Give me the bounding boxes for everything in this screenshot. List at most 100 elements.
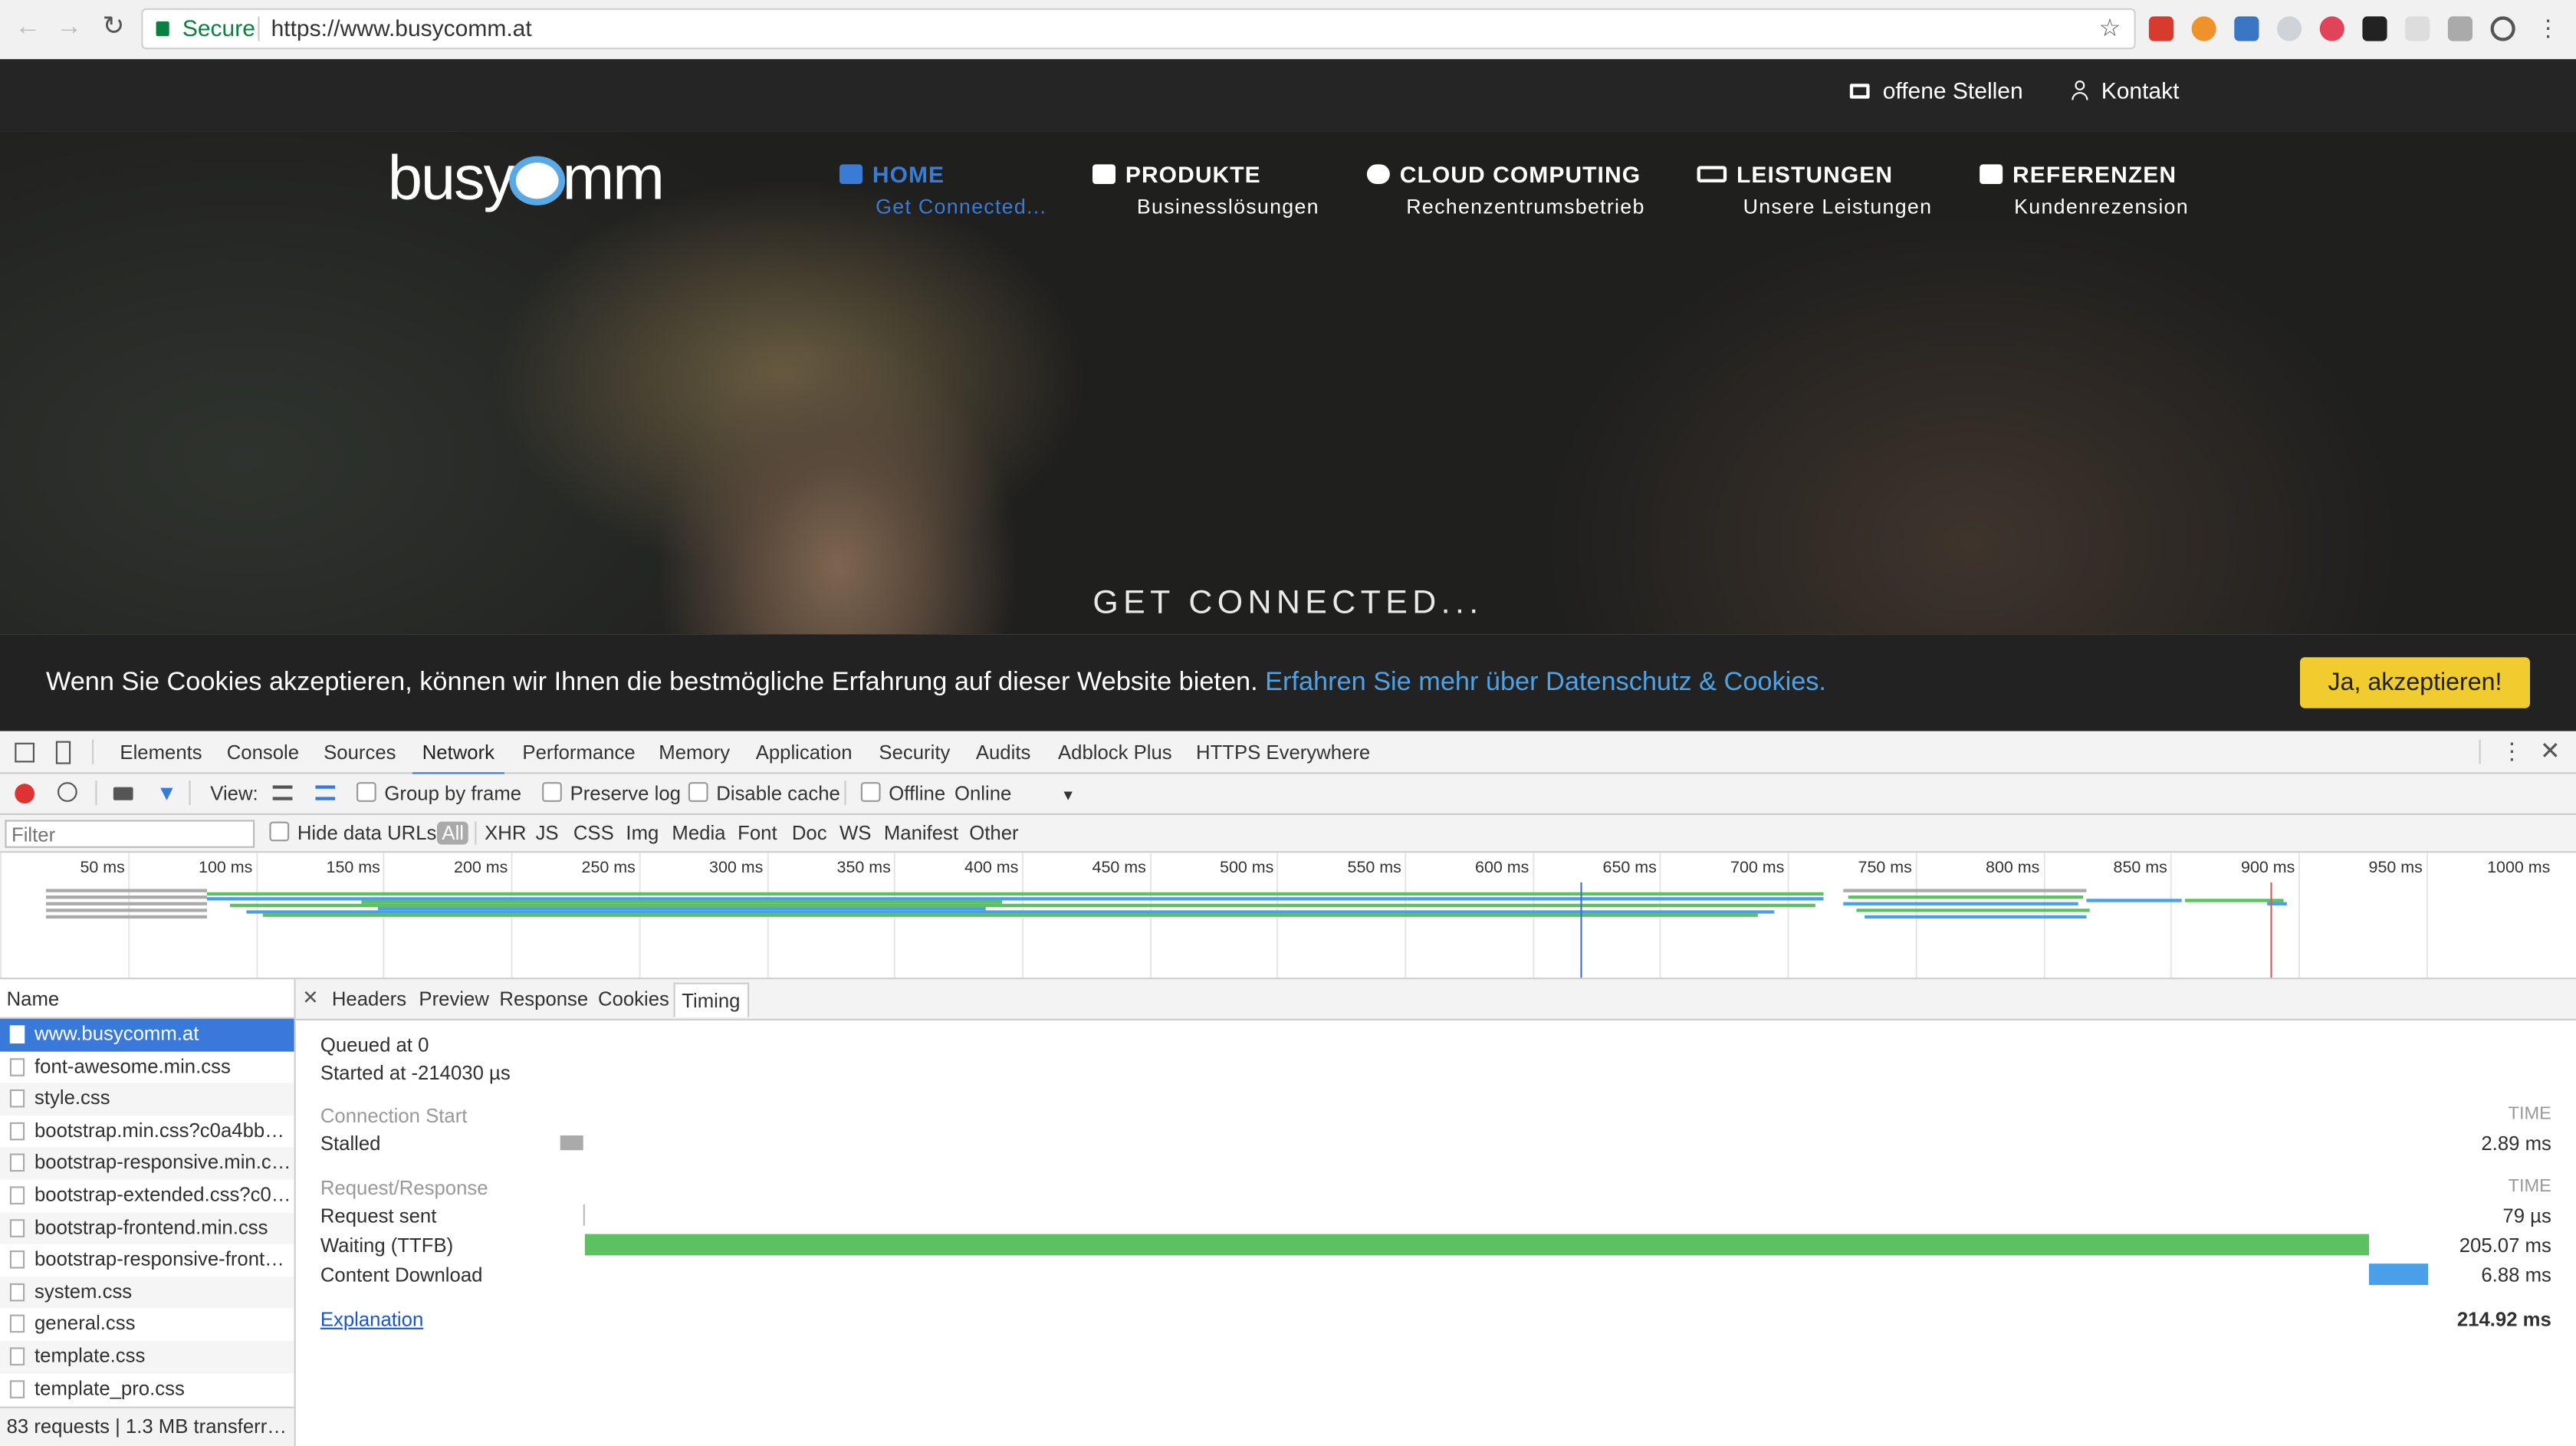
request-name: bootstrap-extended.css?c0… <box>34 1183 291 1207</box>
tab-memory[interactable]: Memory <box>659 741 730 764</box>
close-detail-icon[interactable]: ✕ <box>302 986 319 1009</box>
request-row[interactable]: system.css <box>0 1276 294 1309</box>
offline-checkbox[interactable]: Offline <box>860 782 945 805</box>
filter-doc[interactable]: Doc <box>792 822 827 845</box>
request-name: bootstrap-responsive-fronte… <box>34 1247 294 1271</box>
request-row[interactable]: template_pro.css <box>0 1373 294 1405</box>
t-extension-icon[interactable] <box>2319 16 2344 41</box>
inspect-icon[interactable] <box>15 742 34 763</box>
status-bar: 83 requests | 1.3 MB transferred… <box>0 1406 294 1446</box>
request-row[interactable]: template.css <box>0 1340 294 1373</box>
tab-preview[interactable]: Preview <box>419 988 488 1011</box>
network-overview[interactable]: 50 ms 100 ms 150 ms 200 ms 250 ms 300 ms 350 m… <box>0 853 2576 980</box>
request-row[interactable]: general.css <box>0 1309 294 1341</box>
preserve-log-checkbox[interactable]: Preserve log <box>542 782 681 805</box>
devtools-tabbar: Elements Console Sources Network Perform… <box>0 731 2576 776</box>
tab-elements[interactable]: Elements <box>120 741 202 764</box>
privacy-link[interactable]: Erfahren Sie mehr über Datenschutz & Coo… <box>1265 669 1826 696</box>
address-bar[interactable]: Secure https://www.busycomm.at ☆ <box>141 8 2136 50</box>
name-column-header[interactable]: Name <box>0 979 294 1019</box>
hero-tagline: GET CONNECTED... <box>1092 584 1484 622</box>
tick-label: 850 ms <box>2113 859 2167 878</box>
request-row[interactable]: www.busycomm.at <box>0 1018 294 1051</box>
filter-js[interactable]: JS <box>536 822 559 845</box>
tab-headers[interactable]: Headers <box>332 988 406 1011</box>
tab-sources[interactable]: Sources <box>324 741 396 764</box>
filter-xhr[interactable]: XHR <box>485 822 526 845</box>
filter-ws[interactable]: WS <box>840 822 871 845</box>
filter-css[interactable]: CSS <box>573 822 614 845</box>
filter-input[interactable] <box>5 820 255 848</box>
request-row[interactable]: bootstrap-extended.css?c0… <box>0 1180 294 1212</box>
firefox-icon[interactable] <box>2191 16 2216 41</box>
request-row[interactable]: bootstrap-frontend.min.css <box>0 1211 294 1244</box>
tab-timing[interactable]: Timing <box>673 982 749 1017</box>
hide-data-urls-label: Hide data URLs <box>297 821 437 845</box>
filter-media[interactable]: Media <box>672 822 725 845</box>
tab-security[interactable]: Security <box>879 741 950 764</box>
request-row[interactable]: style.css <box>0 1083 294 1116</box>
filter-other[interactable]: Other <box>969 822 1018 845</box>
camera-icon[interactable] <box>113 787 133 800</box>
site-topbar: offene Stellen Kontakt <box>0 59 2576 132</box>
more-icon[interactable]: ⋮ <box>2500 738 2523 765</box>
bookmark-star-icon[interactable]: ☆ <box>2099 10 2121 48</box>
info-icon[interactable] <box>2490 16 2515 41</box>
nav-cloud[interactable]: CLOUD COMPUTING Rechenzentrumsbetrieb <box>1366 161 1645 219</box>
tab-https-everywhere[interactable]: HTTPS Everywhere <box>1196 741 1370 764</box>
menu-icon[interactable]: ⋮ <box>2537 16 2560 41</box>
request-row[interactable]: bootstrap-responsive.min.c… <box>0 1147 294 1180</box>
total-value: 214.92 ms <box>2456 1307 2551 1331</box>
accept-cookies-button[interactable]: Ja, akzeptieren! <box>2300 657 2530 708</box>
tab-audits[interactable]: Audits <box>976 741 1030 764</box>
tab-response[interactable]: Response <box>499 988 588 1011</box>
device-toggle-icon[interactable] <box>55 741 71 764</box>
tab-performance[interactable]: Performance <box>522 741 635 764</box>
reload-icon[interactable]: ↻ <box>99 13 129 43</box>
record-icon[interactable] <box>15 784 34 804</box>
request-row[interactable]: font-awesome.min.css <box>0 1051 294 1083</box>
back-icon[interactable]: ← <box>13 13 43 43</box>
forward-icon[interactable]: → <box>54 13 84 43</box>
contact-link[interactable]: Kontakt <box>2072 77 2179 104</box>
load-marker <box>2270 882 2272 978</box>
tab-adblock-plus[interactable]: Adblock Plus <box>1058 741 1172 764</box>
nav-leistungen[interactable]: LEISTUNGEN Unsere Leistungen <box>1697 161 1933 219</box>
tab-console[interactable]: Console <box>227 741 299 764</box>
explanation-link[interactable]: Explanation <box>320 1308 423 1331</box>
jobs-link[interactable]: offene Stellen <box>1849 77 2023 104</box>
throttle-select[interactable]: Online ▼ <box>955 782 1076 805</box>
waterfall-view-icon[interactable] <box>315 785 336 800</box>
nav-home[interactable]: HOME Get Connected... <box>840 161 1046 219</box>
chevron-down-icon: ▼ <box>1060 787 1076 804</box>
list-view-icon[interactable] <box>272 785 293 800</box>
adblock-plus-icon[interactable] <box>2148 16 2174 41</box>
url-text[interactable]: https://www.busycomm.at <box>271 10 532 48</box>
request-row[interactable]: bootstrap-responsive-fronte… <box>0 1244 294 1277</box>
nav-referenzen[interactable]: REFERENZEN Kundenrezension <box>1980 161 2189 219</box>
group-by-frame-checkbox[interactable]: Group by frame <box>356 782 521 805</box>
request-sent-label: Request sent <box>320 1204 437 1227</box>
tab-application[interactable]: Application <box>756 741 853 764</box>
site-logo[interactable]: busy mm <box>388 145 665 215</box>
grid-icon[interactable] <box>2405 16 2430 41</box>
s-extension-icon[interactable] <box>2234 16 2259 41</box>
secure-label: Secure <box>182 15 255 41</box>
filter-manifest[interactable]: Manifest <box>884 822 958 845</box>
hide-data-urls-checkbox[interactable]: Hide data URLs <box>269 821 437 845</box>
nav-produkte[interactable]: PRODUKTE Businesslösungen <box>1092 161 1319 219</box>
tab-network[interactable]: Network <box>412 741 504 776</box>
filter-img[interactable]: Img <box>626 822 659 845</box>
overview-bar <box>46 896 207 899</box>
tab-cookies[interactable]: Cookies <box>598 988 669 1011</box>
request-row[interactable]: bootstrap.min.css?c0a4bbb… <box>0 1116 294 1148</box>
close-icon[interactable]: ✕ <box>2540 736 2561 765</box>
filter-all[interactable]: All <box>437 821 469 845</box>
puzzle-icon[interactable] <box>2447 16 2472 41</box>
filter-font[interactable]: Font <box>738 822 777 845</box>
fox-icon[interactable] <box>2362 16 2387 41</box>
clear-icon[interactable] <box>58 782 77 802</box>
filter-icon[interactable]: ▼ <box>156 781 178 805</box>
disable-cache-checkbox[interactable]: Disable cache <box>688 782 840 805</box>
skype-icon[interactable] <box>2277 16 2302 41</box>
